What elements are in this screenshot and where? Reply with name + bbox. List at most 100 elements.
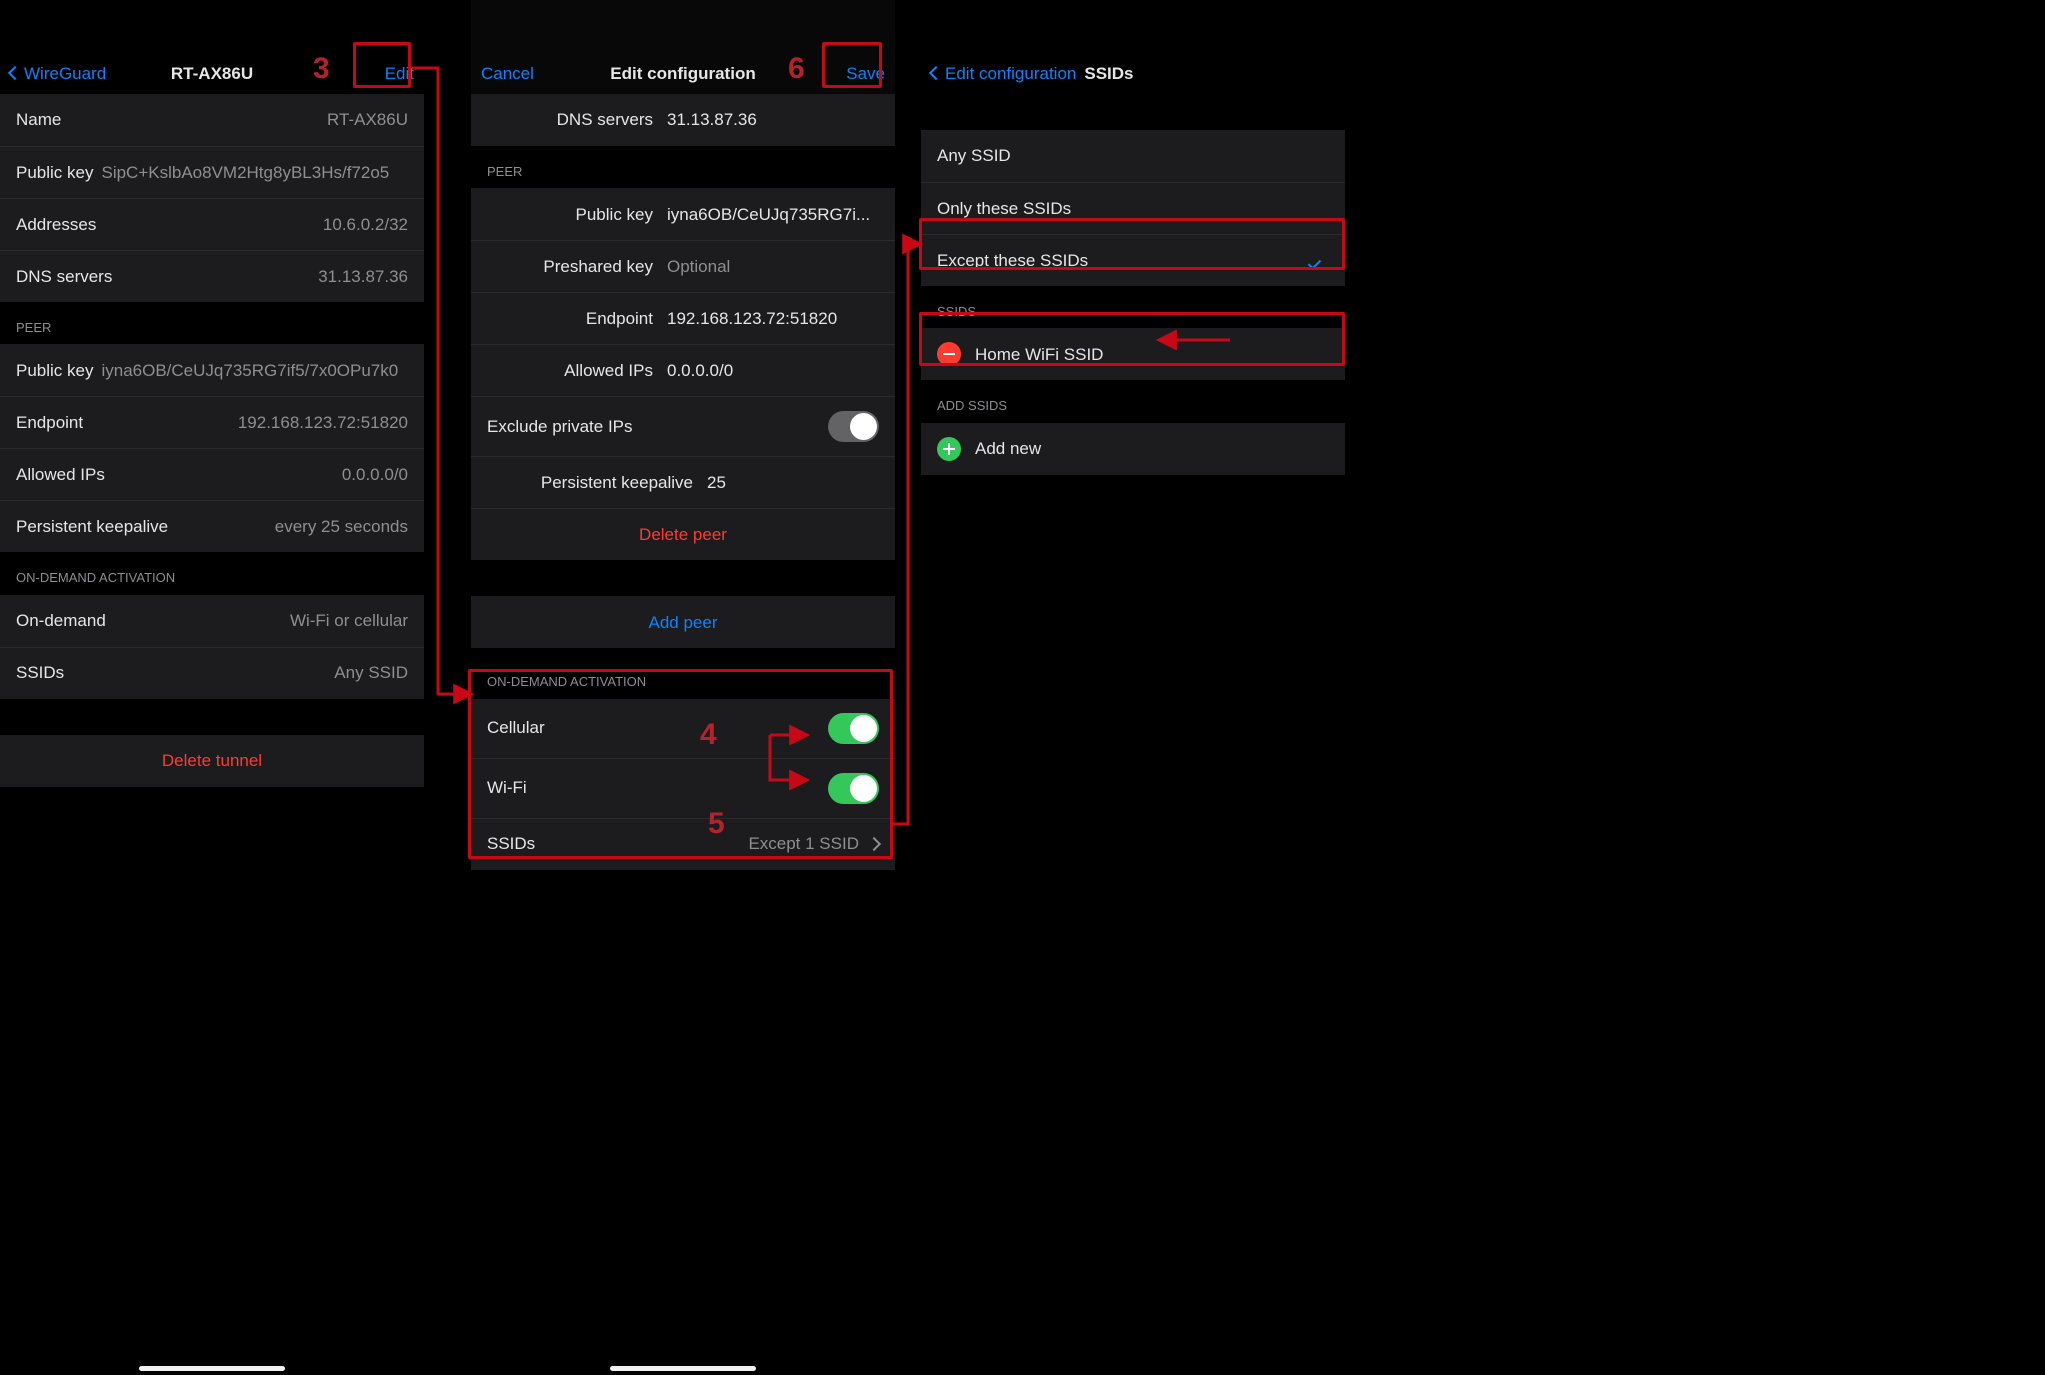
check-icon (1309, 254, 1329, 268)
value: 25 (707, 472, 879, 493)
save-button[interactable]: Save (846, 63, 885, 84)
wifi-toggle[interactable] (828, 773, 879, 804)
label: Allowed IPs (16, 464, 105, 485)
home-indicator (610, 1366, 756, 1371)
cellular-toggle[interactable] (828, 713, 879, 744)
wifi-row[interactable]: Wi-Fi (471, 758, 895, 818)
value: iyna6OB/CeUJq735RG7i... (667, 204, 879, 225)
remove-icon[interactable] (937, 342, 961, 366)
screen-tunnel-detail: WireGuard RT-AX86U Edit Name RT-AX86U Pu… (0, 0, 424, 1375)
home-indicator (139, 1366, 285, 1371)
label: Preshared key (487, 256, 667, 277)
add-new-button[interactable]: Add new (921, 423, 1345, 475)
label: Public key (487, 204, 667, 225)
cancel-button[interactable]: Cancel (481, 63, 534, 84)
add-peer-list: Add peer (471, 596, 895, 648)
on-demand-list: Cellular Wi-Fi SSIDs Except 1 SSID (471, 699, 895, 870)
ssids-header: SSIDS (921, 286, 1345, 328)
ondemand-row: On-demand Wi-Fi or cellular (0, 595, 424, 647)
value: 31.13.87.36 (667, 109, 879, 130)
label: Allowed IPs (487, 360, 667, 381)
nav-title: RT-AX86U (171, 63, 253, 84)
cellular-row[interactable]: Cellular (471, 699, 895, 758)
on-demand-header: ON-DEMAND ACTIVATION (0, 552, 424, 594)
label: Public key (16, 162, 93, 183)
placeholder: Optional (667, 256, 879, 277)
add-ssids-header: ADD SSIDS (921, 380, 1345, 422)
chevron-left-icon (8, 66, 22, 80)
label: DNS servers (16, 266, 112, 287)
endpoint-row[interactable]: Endpoint 192.168.123.72:51820 (471, 292, 895, 344)
delete-tunnel-button[interactable]: Delete tunnel (0, 735, 424, 787)
add-peer-button[interactable]: Add peer (471, 596, 895, 648)
label: SSIDs (16, 662, 64, 683)
back-button[interactable]: WireGuard (10, 63, 106, 84)
addresses-row: Addresses 10.6.0.2/32 (0, 198, 424, 250)
back-label: Edit configuration (945, 63, 1076, 84)
label: Wi-Fi (487, 777, 527, 798)
keepalive-row[interactable]: Persistent keepalive 25 (471, 456, 895, 508)
peer-header: PEER (0, 302, 424, 344)
presharedkey-row[interactable]: Preshared key Optional (471, 240, 895, 292)
value: Except 1 SSID (748, 833, 859, 854)
nav-title: Edit configuration (610, 63, 755, 84)
label: Add peer (649, 612, 718, 633)
publickey-row: Public key SipC+KslbAo8VM2Htg8yBL3Hs/f72… (0, 146, 424, 198)
label: Persistent keepalive (487, 472, 707, 493)
label: Delete peer (639, 524, 727, 545)
ssid-options-list: Any SSID Only these SSIDs Except these S… (921, 130, 1345, 286)
screen-ssids: Edit configuration SSIDs Any SSID Only t… (921, 0, 1345, 1375)
peer-list: Public key iyna6OB/CeUJq735RG7if5/7x0OPu… (0, 344, 424, 552)
peer-header: PEER (471, 146, 895, 188)
label: Cellular (487, 717, 545, 738)
ssids-row[interactable]: SSIDs Except 1 SSID (471, 818, 895, 870)
label: Persistent keepalive (16, 516, 168, 537)
edit-button[interactable]: Edit (385, 63, 414, 84)
publickey-row[interactable]: Public key iyna6OB/CeUJq735RG7i... (471, 188, 895, 240)
option-only-ssids[interactable]: Only these SSIDs (921, 182, 1345, 234)
value: 192.168.123.72:51820 (238, 412, 408, 433)
name-row: Name RT-AX86U (0, 94, 424, 146)
value: 192.168.123.72:51820 (667, 308, 879, 329)
label: Public key (16, 360, 93, 381)
value: RT-AX86U (327, 109, 408, 130)
add-icon[interactable] (937, 437, 961, 461)
dns-row[interactable]: DNS servers 31.13.87.36 (471, 94, 895, 146)
ssid-label: Home WiFi SSID (975, 344, 1103, 365)
label: Except these SSIDs (937, 250, 1088, 271)
label: On-demand (16, 610, 106, 631)
keepalive-row: Persistent keepalive every 25 seconds (0, 500, 424, 552)
value: 0.0.0.0/0 (342, 464, 408, 485)
screen-edit-configuration: Cancel Edit configuration Save DNS serve… (471, 0, 895, 1375)
back-label: WireGuard (24, 63, 106, 84)
allowedips-row[interactable]: Allowed IPs 0.0.0.0/0 (471, 344, 895, 396)
chevron-left-icon (929, 66, 943, 80)
label: Add new (975, 438, 1041, 459)
option-except-ssids[interactable]: Except these SSIDs (921, 234, 1345, 286)
allowedips-row: Allowed IPs 0.0.0.0/0 (0, 448, 424, 500)
endpoint-row: Endpoint 192.168.123.72:51820 (0, 396, 424, 448)
value: iyna6OB/CeUJq735RG7if5/7x0OPu7k0 (101, 360, 398, 381)
label: Exclude private IPs (487, 416, 633, 437)
label: SSIDs (487, 833, 535, 854)
peer-publickey-row: Public key iyna6OB/CeUJq735RG7if5/7x0OPu… (0, 344, 424, 396)
value: SipC+KslbAo8VM2Htg8yBL3Hs/f72o5 (101, 162, 389, 183)
exclude-toggle[interactable] (828, 411, 879, 442)
dns-row: DNS servers 31.13.87.36 (0, 250, 424, 302)
peer-list: Public key iyna6OB/CeUJq735RG7i... Presh… (471, 188, 895, 560)
delete-list: Delete tunnel (0, 735, 424, 787)
back-button[interactable]: Edit configuration (931, 63, 1076, 84)
value: 0.0.0.0/0 (667, 360, 879, 381)
chevron-right-icon (867, 837, 881, 851)
value: Wi-Fi or cellular (290, 610, 408, 631)
ssids-list: Home WiFi SSID (921, 328, 1345, 380)
option-any-ssid[interactable]: Any SSID (921, 130, 1345, 182)
ssid-row[interactable]: Home WiFi SSID (921, 328, 1345, 380)
exclude-private-ips-row[interactable]: Exclude private IPs (471, 396, 895, 456)
delete-peer-button[interactable]: Delete peer (471, 508, 895, 560)
value: every 25 seconds (275, 516, 408, 537)
ssids-row: SSIDs Any SSID (0, 647, 424, 699)
interface-list: Name RT-AX86U Public key SipC+KslbAo8VM2… (0, 94, 424, 302)
label: Endpoint (487, 308, 667, 329)
label: DNS servers (487, 109, 667, 130)
